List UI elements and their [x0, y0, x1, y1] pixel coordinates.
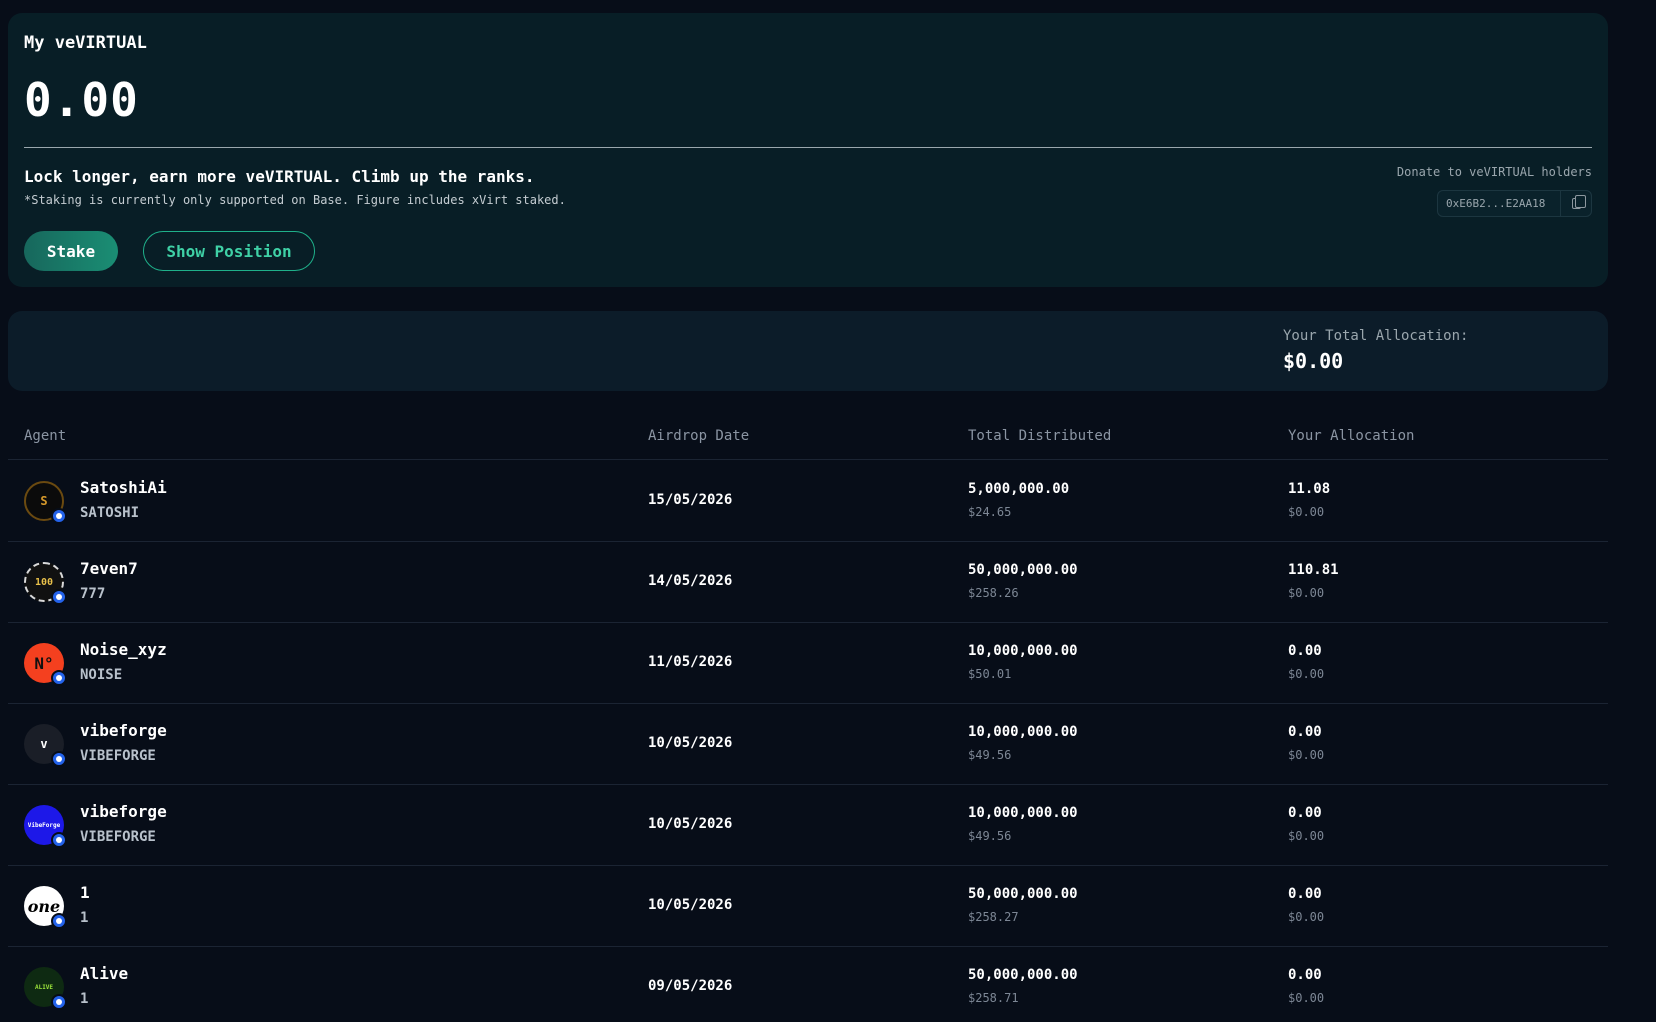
table-row[interactable]: VibeForge vibeforge VIBEFORGE 10/05/2026 10,… — [8, 785, 1608, 866]
agent-avatar: S — [24, 481, 67, 524]
your-allocation-usd: $0.00 — [1288, 667, 1325, 681]
table-row[interactable]: 100 7even7 777 14/05/2026 50,000,000.00 $258.… — [8, 542, 1608, 623]
divider — [24, 147, 1592, 148]
table-header: Agent Airdrop Date Total Distributed You… — [8, 420, 1608, 460]
airdrop-date: 10/05/2026 — [648, 735, 733, 751]
agent-name[interactable]: vibeforge — [80, 802, 167, 821]
total-distributed: 5,000,000.00 — [968, 481, 1070, 497]
total-distributed: 10,000,000.00 — [968, 643, 1078, 659]
copy-icon[interactable] — [1561, 195, 1591, 209]
your-allocation: 0.00 — [1288, 805, 1322, 821]
agent-avatar: VibeForge — [24, 805, 67, 848]
stake-button[interactable]: Stake — [24, 231, 118, 271]
total-distributed: 50,000,000.00 — [968, 967, 1078, 983]
your-allocation-usd: $0.00 — [1288, 829, 1325, 843]
airdrop-date: 11/05/2026 — [648, 654, 733, 670]
vevirtual-title: My veVIRTUAL — [24, 33, 147, 53]
total-distributed-usd: $258.71 — [968, 991, 1019, 1005]
your-allocation-usd: $0.00 — [1288, 910, 1325, 924]
agent-avatar: 100 — [24, 562, 67, 605]
stake-card: My veVIRTUAL 0.00 Lock longer, earn more… — [8, 13, 1608, 287]
base-chain-icon — [51, 751, 67, 767]
your-allocation: 11.08 — [1288, 481, 1331, 497]
agent-ticker: 777 — [80, 586, 106, 602]
table-row[interactable]: one 1 1 10/05/2026 50,000,000.00 $258.27 0.00 $… — [8, 866, 1608, 947]
base-chain-icon — [51, 508, 67, 524]
total-distributed: 50,000,000.00 — [968, 886, 1078, 902]
total-allocation-label: Your Total Allocation: — [1283, 328, 1469, 344]
total-allocation-card: Your Total Allocation: $0.00 — [8, 311, 1608, 391]
agent-avatar: ALIVE — [24, 967, 67, 1010]
airdrop-date: 10/05/2026 — [648, 816, 733, 832]
agent-name[interactable]: 1 — [80, 883, 90, 902]
donate-label: Donate to veVIRTUAL holders — [1396, 165, 1592, 179]
total-distributed-usd: $49.56 — [968, 748, 1012, 762]
agent-avatar: N° — [24, 643, 67, 686]
your-allocation: 0.00 — [1288, 967, 1322, 983]
total-distributed-usd: $24.65 — [968, 505, 1012, 519]
your-allocation-usd: $0.00 — [1288, 748, 1325, 762]
your-allocation: 0.00 — [1288, 643, 1322, 659]
base-chain-icon — [51, 994, 67, 1010]
total-distributed-usd: $49.56 — [968, 829, 1012, 843]
base-chain-icon — [51, 832, 67, 848]
airdrop-date: 15/05/2026 — [648, 492, 733, 508]
agent-name[interactable]: vibeforge — [80, 721, 167, 740]
table-row[interactable]: ALIVE Alive 1 09/05/2026 50,000,000.00 $258.7… — [8, 947, 1608, 1022]
airdrop-date: 14/05/2026 — [648, 573, 733, 589]
your-allocation: 0.00 — [1288, 724, 1322, 740]
agent-ticker: 1 — [80, 910, 89, 926]
table-row[interactable]: S SatoshiAi SATOSHI 15/05/2026 5,000,000.00 $… — [8, 461, 1608, 542]
agent-name[interactable]: SatoshiAi — [80, 478, 167, 497]
agent-ticker: 1 — [80, 991, 89, 1007]
your-allocation: 0.00 — [1288, 886, 1322, 902]
base-chain-icon — [51, 913, 67, 929]
header-airdrop-date: Airdrop Date — [648, 428, 750, 444]
your-allocation: 110.81 — [1288, 562, 1339, 578]
your-allocation-usd: $0.00 — [1288, 991, 1325, 1005]
show-position-button[interactable]: Show Position — [143, 231, 315, 271]
stake-footnote: *Staking is currently only supported on … — [24, 193, 566, 207]
donate-address: 0xE6B2...E2AA18 — [1446, 197, 1546, 210]
total-distributed-usd: $258.27 — [968, 910, 1019, 924]
agent-ticker: VIBEFORGE — [80, 748, 156, 764]
airdrop-date: 10/05/2026 — [648, 897, 733, 913]
your-allocation-usd: $0.00 — [1288, 586, 1325, 600]
total-distributed: 50,000,000.00 — [968, 562, 1078, 578]
your-allocation-usd: $0.00 — [1288, 505, 1325, 519]
table-row[interactable]: v vibeforge VIBEFORGE 10/05/2026 10,000,000.… — [8, 704, 1608, 785]
total-allocation-value: $0.00 — [1283, 349, 1344, 373]
total-distributed-usd: $50.01 — [968, 667, 1012, 681]
total-distributed: 10,000,000.00 — [968, 724, 1078, 740]
donate-address-box: 0xE6B2...E2AA18 — [1437, 190, 1592, 217]
total-distributed-usd: $258.26 — [968, 586, 1019, 600]
agent-avatar: v — [24, 724, 67, 767]
header-agent: Agent — [24, 428, 67, 444]
airdrop-date: 09/05/2026 — [648, 978, 733, 994]
agent-name[interactable]: 7even7 — [80, 559, 138, 578]
header-your-allocation: Your Allocation — [1288, 428, 1415, 444]
total-distributed: 10,000,000.00 — [968, 805, 1078, 821]
header-total-distributed: Total Distributed — [968, 428, 1112, 444]
base-chain-icon — [51, 670, 67, 686]
agent-name[interactable]: Alive — [80, 964, 128, 983]
agent-ticker: SATOSHI — [80, 505, 140, 521]
agent-name[interactable]: Noise_xyz — [80, 640, 167, 659]
agent-avatar: one — [24, 886, 67, 929]
base-chain-icon — [51, 589, 67, 605]
stake-tagline: Lock longer, earn more veVIRTUAL. Climb … — [24, 167, 535, 186]
agent-ticker: VIBEFORGE — [80, 829, 156, 845]
vevirtual-balance: 0.00 — [24, 73, 139, 127]
agent-ticker: NOISE — [80, 667, 123, 683]
table-row[interactable]: N° Noise_xyz NOISE 11/05/2026 10,000,000.00 $… — [8, 623, 1608, 704]
